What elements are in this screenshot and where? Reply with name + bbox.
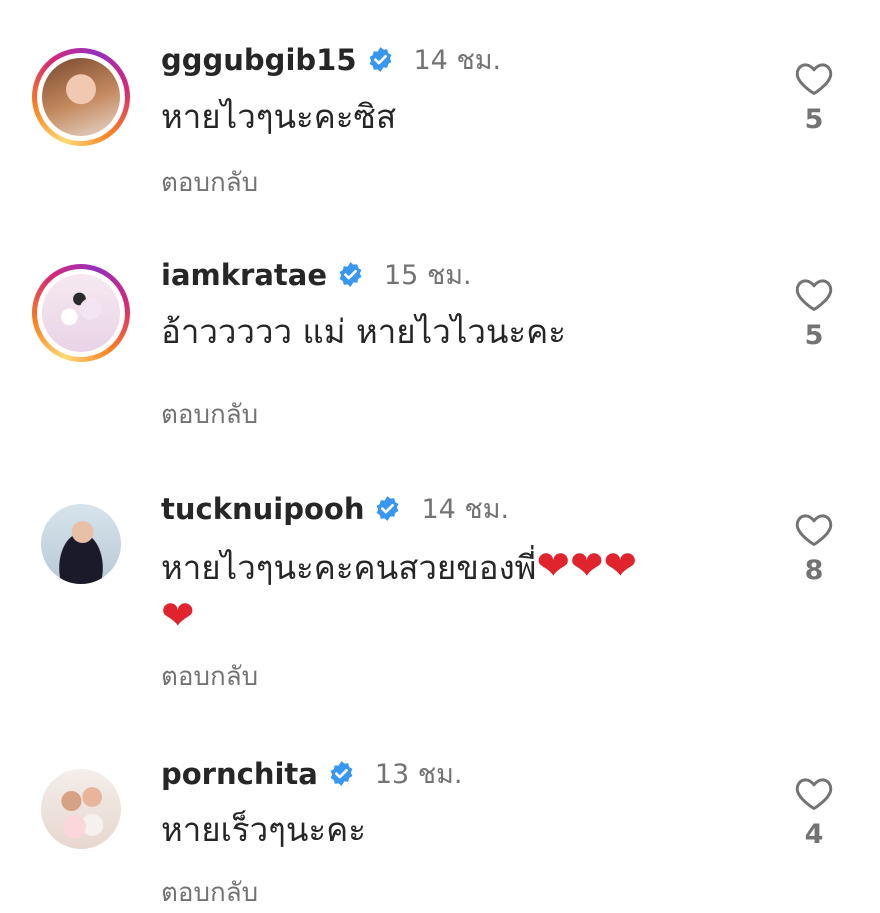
comment-time: 14 ชม.	[413, 45, 502, 76]
comment-time: 15 ชม.	[384, 260, 472, 291]
avatar-image	[42, 274, 120, 352]
avatar[interactable]	[32, 495, 130, 593]
avatar[interactable]	[32, 48, 130, 146]
red-heart-emoji: ❤	[161, 593, 195, 639]
reply-button[interactable]: ตอบกลับ	[161, 162, 258, 203]
reply-button[interactable]: ตอบกลับ	[161, 394, 258, 435]
like-count: 4	[804, 819, 824, 850]
like-area: 8	[790, 511, 838, 586]
like-area: 5	[790, 276, 838, 351]
comment-time: 14 ชม.	[421, 494, 510, 525]
reply-button[interactable]: ตอบกลับ	[161, 656, 258, 697]
avatar-image	[42, 58, 120, 136]
comment-time: 13 ชม.	[374, 759, 463, 790]
username[interactable]: pornchita	[161, 757, 318, 791]
avatar[interactable]	[32, 760, 130, 858]
verified-badge-icon	[369, 47, 391, 72]
username[interactable]: gggubgib15	[161, 43, 357, 77]
verified-badge-icon	[330, 761, 353, 786]
like-count: 8	[804, 555, 824, 586]
heart-outline-icon[interactable]	[794, 511, 834, 547]
comment-text-body: หายไวๆนะคะคนสวยของพี่	[161, 548, 537, 587]
like-area: 5	[790, 60, 838, 135]
avatar[interactable]	[32, 264, 130, 362]
comment-text: หายไวๆนะคะซิส	[161, 97, 397, 136]
avatar-image	[41, 769, 121, 849]
like-count: 5	[804, 320, 824, 351]
username[interactable]: iamkratae	[161, 258, 327, 292]
avatar-image	[41, 504, 121, 584]
heart-outline-icon[interactable]	[794, 60, 834, 96]
heart-outline-icon[interactable]	[794, 276, 834, 312]
red-heart-emoji: ❤❤❤	[536, 543, 637, 589]
comment-text: อ้าววววว แม่ หายไวไวนะคะ	[161, 312, 566, 351]
username[interactable]: tucknuipooh	[161, 492, 364, 526]
verified-badge-icon	[377, 496, 399, 521]
comment-text: หายเร็วๆนะคะ	[161, 810, 366, 849]
comment-text: หายไวๆนะคะคนสวยของพี่❤❤❤ ❤	[161, 542, 751, 642]
like-count: 5	[804, 104, 824, 135]
reply-button[interactable]: ตอบกลับ	[161, 872, 258, 913]
like-area: 4	[790, 775, 838, 850]
heart-outline-icon[interactable]	[794, 775, 834, 811]
verified-badge-icon	[339, 262, 362, 287]
